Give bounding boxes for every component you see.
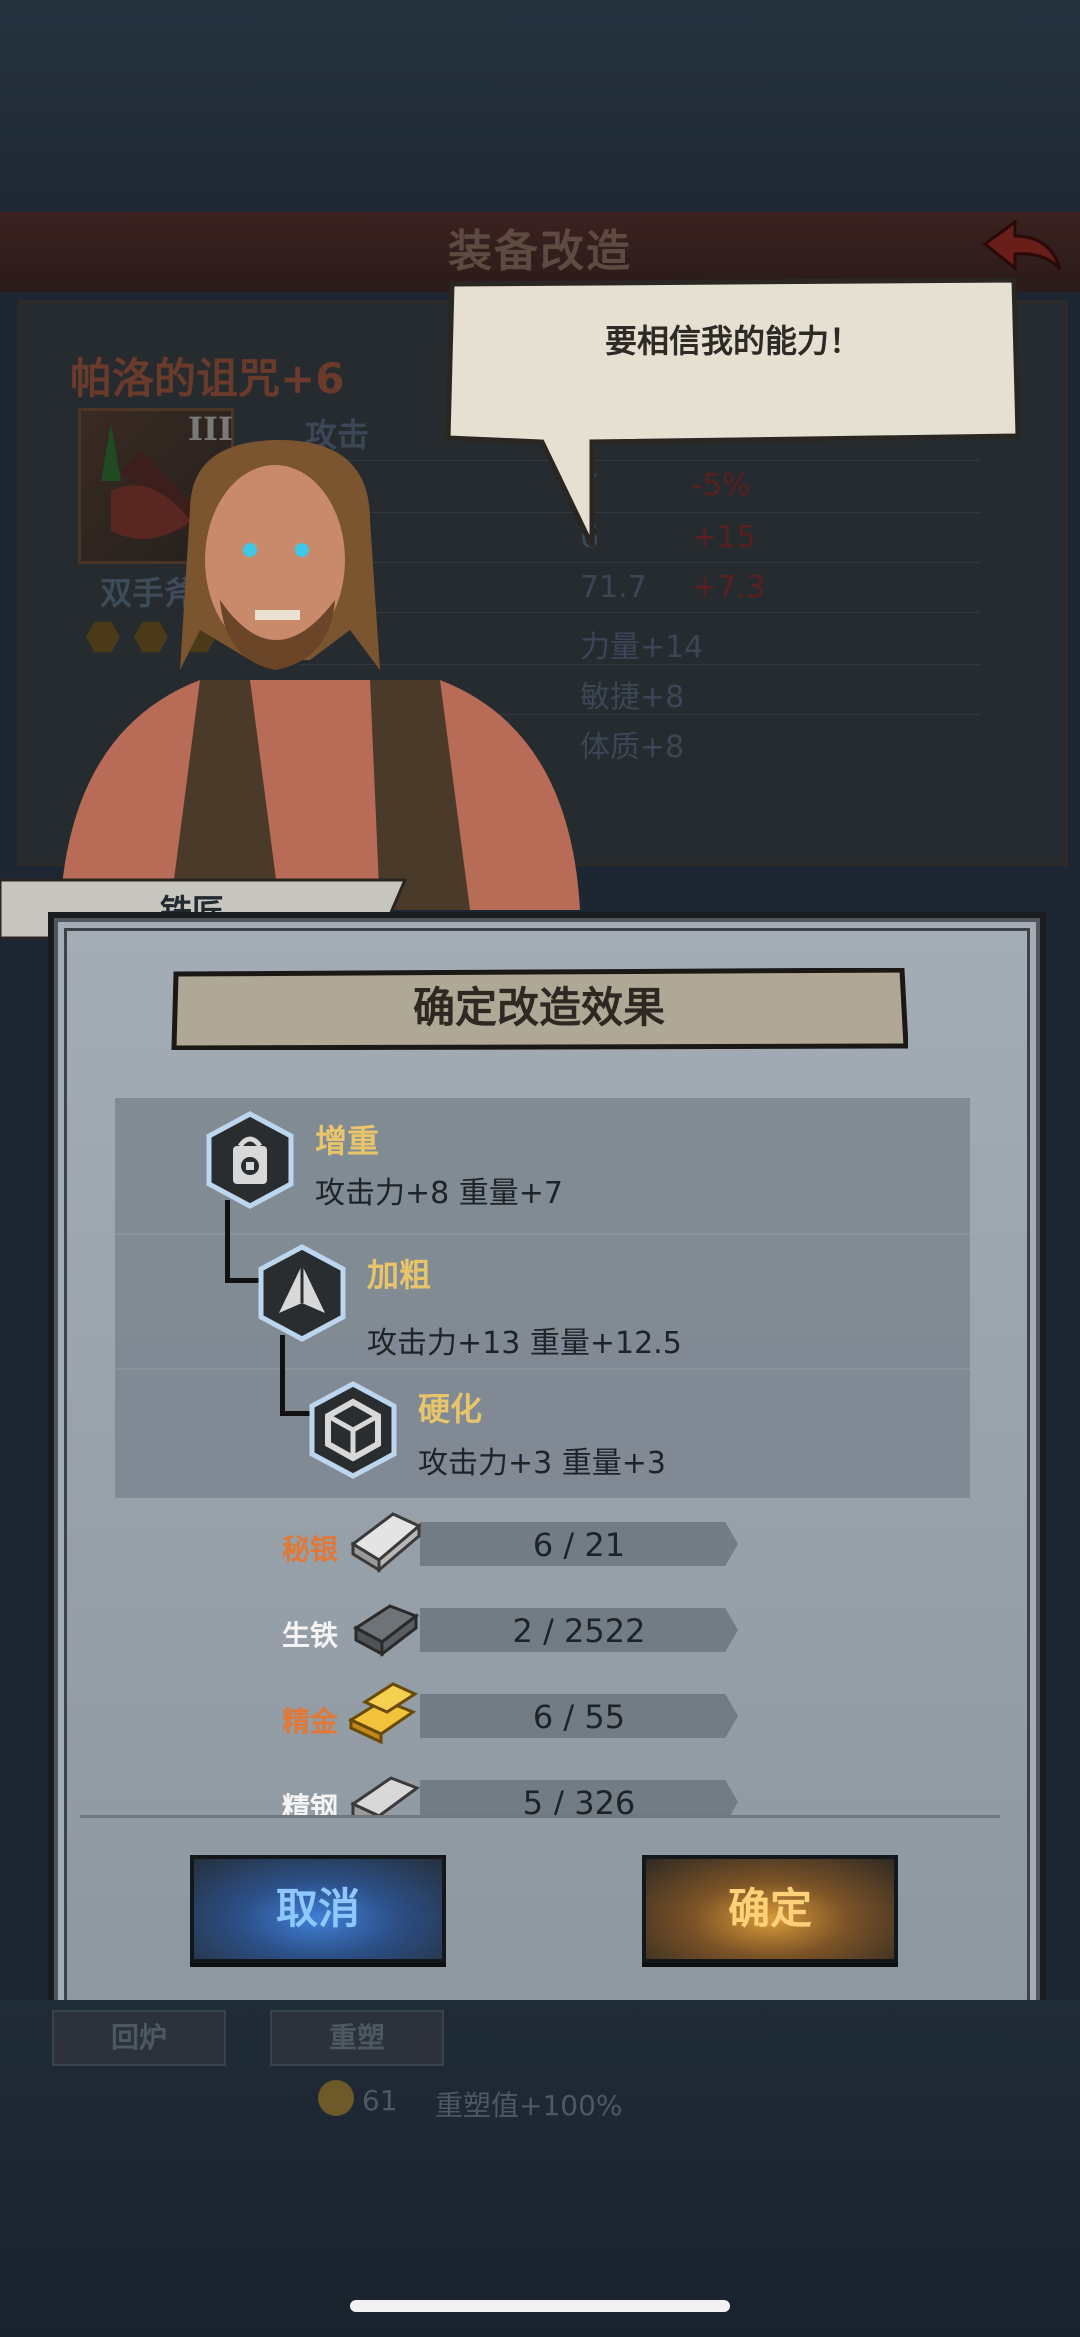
home-indicator[interactable] bbox=[350, 2300, 730, 2312]
material-count: 2 / 2522 bbox=[512, 1612, 646, 1650]
stat-base: 71.7 bbox=[580, 570, 647, 605]
bonus-stat: 力量+14 bbox=[580, 630, 704, 665]
material-name: 精钢 bbox=[282, 1791, 339, 1816]
bonus-stat: 敏捷+8 bbox=[580, 680, 685, 715]
mithril-ingot-icon bbox=[350, 1512, 422, 1574]
material-name: 秘银 bbox=[282, 1533, 339, 1566]
mod-effect: 攻击力+3 重量+3 bbox=[418, 1446, 666, 1481]
tree-connector bbox=[225, 1200, 230, 1282]
tree-connector bbox=[280, 1335, 285, 1415]
confirm-label: 确定 bbox=[727, 1884, 812, 1933]
mod-name: 硬化 bbox=[418, 1390, 483, 1428]
mod-name: 增重 bbox=[315, 1122, 380, 1160]
dialog-title: 确定改造效果 bbox=[412, 983, 665, 1032]
mod-row-separator bbox=[115, 1368, 970, 1370]
material-count: 6 / 55 bbox=[532, 1698, 626, 1736]
material-name: 生铁 bbox=[282, 1619, 339, 1652]
dialog-divider bbox=[80, 1815, 1000, 1818]
confirm-button[interactable]: 确定 bbox=[642, 1855, 898, 1963]
harden-cube-icon bbox=[309, 1381, 397, 1479]
recycle-button: 回炉 bbox=[52, 2010, 226, 2066]
item-name: 帕洛的诅咒+6 bbox=[70, 354, 345, 403]
recycle-label: 回炉 bbox=[110, 2021, 167, 2054]
stat-delta: +7.3 bbox=[692, 570, 765, 605]
reshape-label: 重塑 bbox=[328, 2021, 385, 2054]
cancel-button[interactable]: 取消 bbox=[190, 1855, 446, 1963]
npc-speech-text: 要相信我的能力！ bbox=[604, 322, 861, 360]
back-arrow-icon[interactable] bbox=[975, 214, 1065, 284]
mod-row-separator bbox=[115, 1233, 970, 1235]
bonus-stat: 体质+8 bbox=[580, 730, 685, 765]
mod-effect: 攻击力+8 重量+7 bbox=[315, 1176, 563, 1211]
reshape-bonus: 重塑值+100% bbox=[435, 2089, 623, 2122]
steel-ingot-icon bbox=[349, 1776, 421, 1816]
coin-icon bbox=[318, 2080, 354, 2116]
reshape-button: 重塑 bbox=[270, 2010, 444, 2066]
thicken-icon bbox=[258, 1244, 346, 1342]
materials-list[interactable]: 秘银 6 / 21 生铁 2 / 2522 精金 6 / 55 精钢 5 / 3… bbox=[115, 1500, 970, 1816]
material-count: 5 / 326 bbox=[522, 1784, 636, 1816]
material-name: 精金 bbox=[282, 1705, 339, 1738]
mod-effect: 攻击力+13 重量+12.5 bbox=[367, 1326, 682, 1361]
mod-name: 加粗 bbox=[367, 1256, 432, 1294]
pig-iron-icon bbox=[353, 1604, 420, 1658]
blacksmith-portrait bbox=[60, 440, 580, 910]
weight-bag-icon bbox=[206, 1111, 294, 1209]
gold-ingot-icon bbox=[347, 1682, 419, 1745]
material-count: 6 / 21 bbox=[532, 1526, 626, 1564]
top-background bbox=[0, 0, 1080, 210]
coin-amount: 61 bbox=[362, 2084, 398, 2117]
cancel-label: 取消 bbox=[275, 1884, 360, 1933]
